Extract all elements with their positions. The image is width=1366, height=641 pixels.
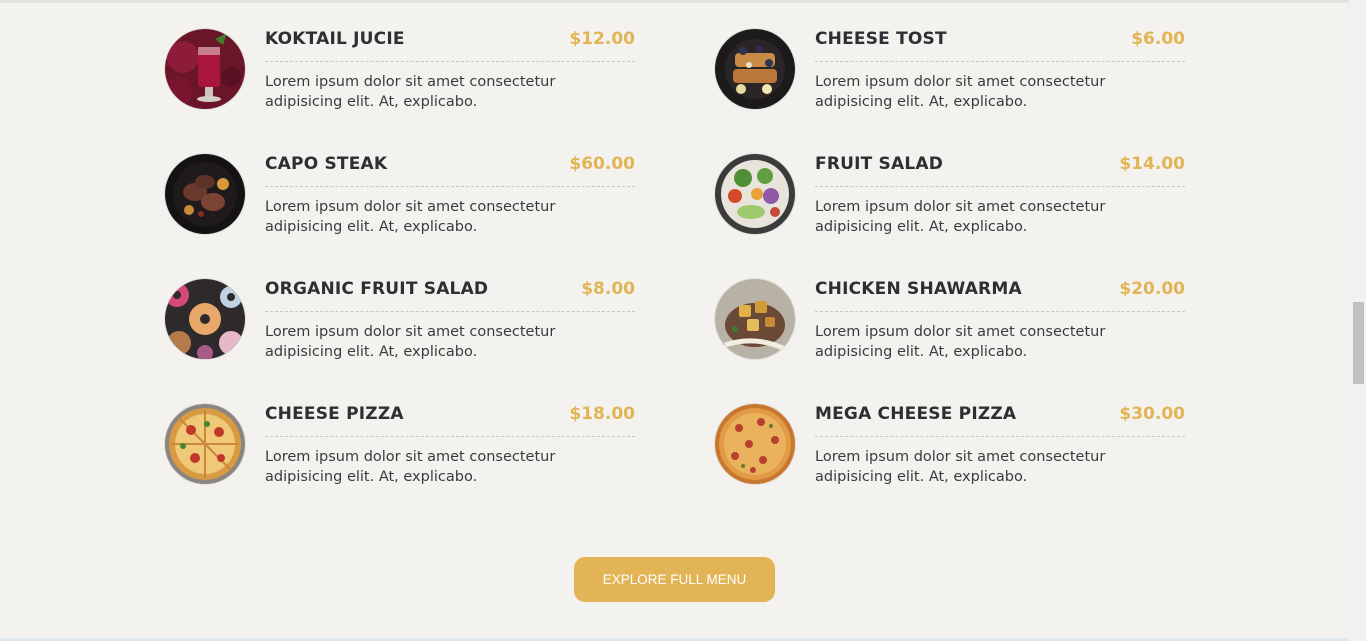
item-price: $8.00 [581,279,635,299]
cheese-tost-image [715,29,795,109]
menu-item-cheese-pizza: CHEESE PIZZA $18.00 Lorem ipsum dolor si… [165,404,635,485]
explore-full-menu-button[interactable]: EXPLORE FULL MENU [574,557,775,602]
item-description: Lorem ipsum dolor sit amet consectetur a… [815,324,1106,360]
item-description: Lorem ipsum dolor sit amet consectetur a… [265,324,556,360]
top-border [0,0,1366,3]
item-price: $30.00 [1119,404,1185,424]
item-description: Lorem ipsum dolor sit amet consectetur a… [815,449,1106,485]
item-price: $60.00 [569,154,635,174]
menu-grid: KOKTAIL JUCIE $12.00 Lorem ipsum dolor s… [165,29,1185,485]
item-description: Lorem ipsum dolor sit amet consectetur a… [265,199,556,235]
menu-item-koktail-jucie: KOKTAIL JUCIE $12.00 Lorem ipsum dolor s… [165,29,635,110]
item-price: $6.00 [1131,29,1185,49]
item-price: $14.00 [1119,154,1185,174]
item-description: Lorem ipsum dolor sit amet consectetur a… [265,74,556,110]
item-name: KOKTAIL JUCIE [265,29,405,49]
menu-item-mega-cheese-pizza: MEGA CHEESE PIZZA $30.00 Lorem ipsum dol… [715,404,1185,485]
organic-fruit-salad-image [165,279,245,359]
item-price: $20.00 [1119,279,1185,299]
mega-cheese-pizza-image [715,404,795,484]
item-price: $18.00 [569,404,635,424]
menu-item-cheese-tost: CHEESE TOST $6.00 Lorem ipsum dolor sit … [715,29,1185,110]
menu-item-fruit-salad: FRUIT SALAD $14.00 Lorem ipsum dolor sit… [715,154,1185,235]
menu-item-capo-steak: CAPO STEAK $60.00 Lorem ipsum dolor sit … [165,154,635,235]
scrollbar-thumb[interactable] [1353,302,1364,384]
chicken-shawarma-image [715,279,795,359]
menu-item-organic-fruit-salad: ORGANIC FRUIT SALAD $8.00 Lorem ipsum do… [165,279,635,360]
capo-steak-image [165,154,245,234]
fruit-salad-image [715,154,795,234]
koktail-jucie-image [165,29,245,109]
cheese-pizza-image [165,404,245,484]
item-name: CHEESE TOST [815,29,947,49]
menu-item-chicken-shawarma: CHICKEN SHAWARMA $20.00 Lorem ipsum dolo… [715,279,1185,360]
item-name: CHICKEN SHAWARMA [815,279,1022,299]
item-description: Lorem ipsum dolor sit amet consectetur a… [815,74,1106,110]
item-name: CHEESE PIZZA [265,404,404,424]
item-name: MEGA CHEESE PIZZA [815,404,1017,424]
item-price: $12.00 [569,29,635,49]
item-description: Lorem ipsum dolor sit amet consectetur a… [265,449,556,485]
item-description: Lorem ipsum dolor sit amet consectetur a… [815,199,1106,235]
item-name: FRUIT SALAD [815,154,944,174]
item-name: CAPO STEAK [265,154,388,174]
item-name: ORGANIC FRUIT SALAD [265,279,489,299]
vertical-scrollbar[interactable] [1349,0,1366,641]
